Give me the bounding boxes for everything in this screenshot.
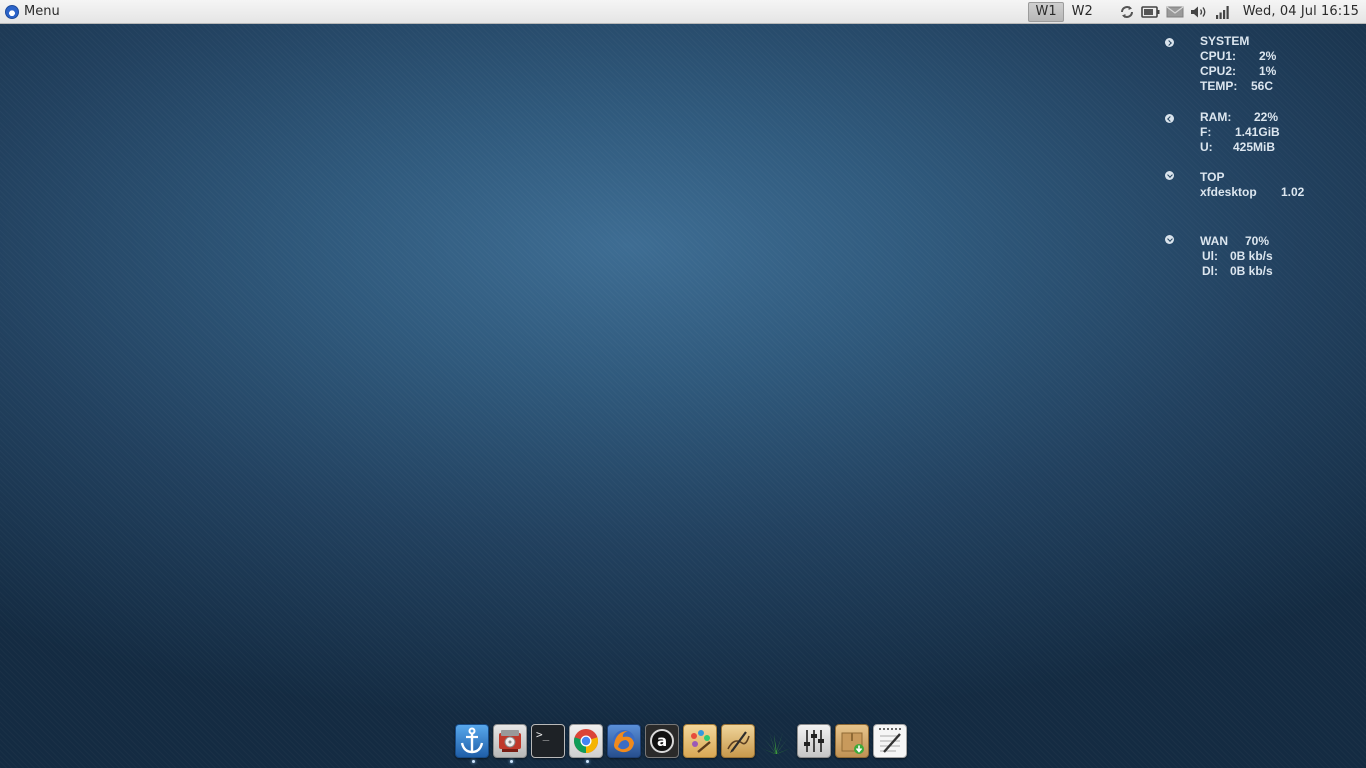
free-memory-label: F: <box>1200 125 1212 139</box>
amarok-icon: a <box>650 729 674 753</box>
system-heading: SYSTEM <box>1200 34 1250 48</box>
temp-value: 56C <box>1251 79 1274 93</box>
cpu2-row: CPU2: 1% <box>1200 64 1276 79</box>
workspace-1-button[interactable]: W1 <box>1028 1 1064 22</box>
top-process-name: xfdesktop <box>1200 185 1257 199</box>
anchor-icon <box>460 727 484 754</box>
plant-icon <box>761 732 791 754</box>
terminal-icon: >_ <box>536 728 550 741</box>
upload-value: 0B kb/s <box>1230 249 1273 263</box>
top-bullet-icon <box>1165 171 1174 180</box>
signal-icon[interactable] <box>1213 3 1233 21</box>
chrome-icon <box>574 729 598 753</box>
ram-label: RAM: <box>1200 110 1232 124</box>
top-heading: TOP <box>1200 170 1225 184</box>
draw-icon <box>727 731 750 753</box>
volume-icon[interactable] <box>1189 3 1209 21</box>
cpu1-value: 2% <box>1259 49 1277 63</box>
upload-row: Ul: 0B kb/s <box>1202 249 1273 264</box>
dock-item-terminal[interactable]: >_ <box>531 724 565 758</box>
top-panel: Menu W1 W2 Wed, 04 Jul 16:15 <box>0 0 1366 24</box>
cpu2-label: CPU2: <box>1200 64 1237 78</box>
dock-item-firefox[interactable] <box>607 724 641 758</box>
system-bullet-icon <box>1165 38 1174 47</box>
battery-icon[interactable] <box>1140 3 1161 21</box>
paint-icon <box>691 730 711 753</box>
wan-label: WAN <box>1200 234 1228 248</box>
download-row: Dl: 0B kb/s <box>1202 264 1273 279</box>
chrome-running-indicator <box>586 760 589 763</box>
cpu2-value: 1% <box>1259 64 1277 78</box>
memory-bullet-icon <box>1165 114 1174 123</box>
menu-label: Menu <box>24 4 60 19</box>
disk-burner-icon <box>499 730 521 752</box>
free-memory-value: 1.41GiB <box>1235 125 1280 139</box>
dock-item-package-installer[interactable] <box>835 724 869 758</box>
panel-clock[interactable]: Wed, 04 Jul 16:15 <box>1243 4 1359 19</box>
upload-label: Ul: <box>1202 249 1218 263</box>
dock-item-amarok[interactable]: a <box>645 724 679 758</box>
dock-item-mixer[interactable] <box>797 724 831 758</box>
firefox-icon <box>613 730 635 753</box>
dock-item-draw[interactable] <box>721 724 755 758</box>
anchor-running-indicator <box>472 760 475 763</box>
free-memory-row: F: 1.41GiB <box>1200 125 1280 140</box>
app-menu-button[interactable]: Menu <box>5 1 60 22</box>
distro-logo-icon <box>5 4 19 19</box>
download-label: Dl: <box>1202 264 1218 278</box>
wan-row: WAN 70% <box>1200 234 1269 249</box>
used-memory-row: U: 425MiB <box>1200 140 1275 155</box>
ram-row: RAM: 22% <box>1200 110 1278 125</box>
application-dock: >_ a <box>455 724 907 763</box>
dock-item-anchor[interactable] <box>455 724 489 763</box>
dock-item-disk-burner[interactable] <box>493 724 527 763</box>
mixer-icon <box>804 730 824 752</box>
mail-icon[interactable] <box>1165 3 1185 21</box>
system-tray <box>1115 3 1235 21</box>
network-bullet-icon <box>1165 235 1174 244</box>
temp-row: TEMP: 56C <box>1200 79 1273 94</box>
ram-value: 22% <box>1254 110 1279 124</box>
download-value: 0B kb/s <box>1230 264 1273 278</box>
disk-burner-running-indicator <box>510 760 513 763</box>
cpu1-row: CPU1: 2% <box>1200 49 1276 64</box>
temp-label: TEMP: <box>1200 79 1238 93</box>
used-memory-label: U: <box>1200 140 1213 154</box>
sync-icon[interactable] <box>1117 3 1137 21</box>
dock-item-text-editor[interactable] <box>873 724 907 758</box>
top-process-value: 1.02 <box>1281 185 1305 199</box>
panel-right-area: W1 W2 Wed, 04 Jul 16:15 <box>1028 1 1359 22</box>
package-installer-icon <box>841 732 864 754</box>
wan-value: 70% <box>1245 234 1270 248</box>
dock-item-paint[interactable] <box>683 724 717 758</box>
cpu1-label: CPU1: <box>1200 49 1237 63</box>
workspace-2-button[interactable]: W2 <box>1066 2 1099 22</box>
dock-item-plant[interactable] <box>759 724 793 758</box>
dock-item-chrome[interactable] <box>569 724 603 763</box>
top-process-row: xfdesktop 1.02 <box>1200 185 1304 200</box>
text-editor-icon <box>879 728 901 753</box>
used-memory-value: 425MiB <box>1233 140 1276 154</box>
